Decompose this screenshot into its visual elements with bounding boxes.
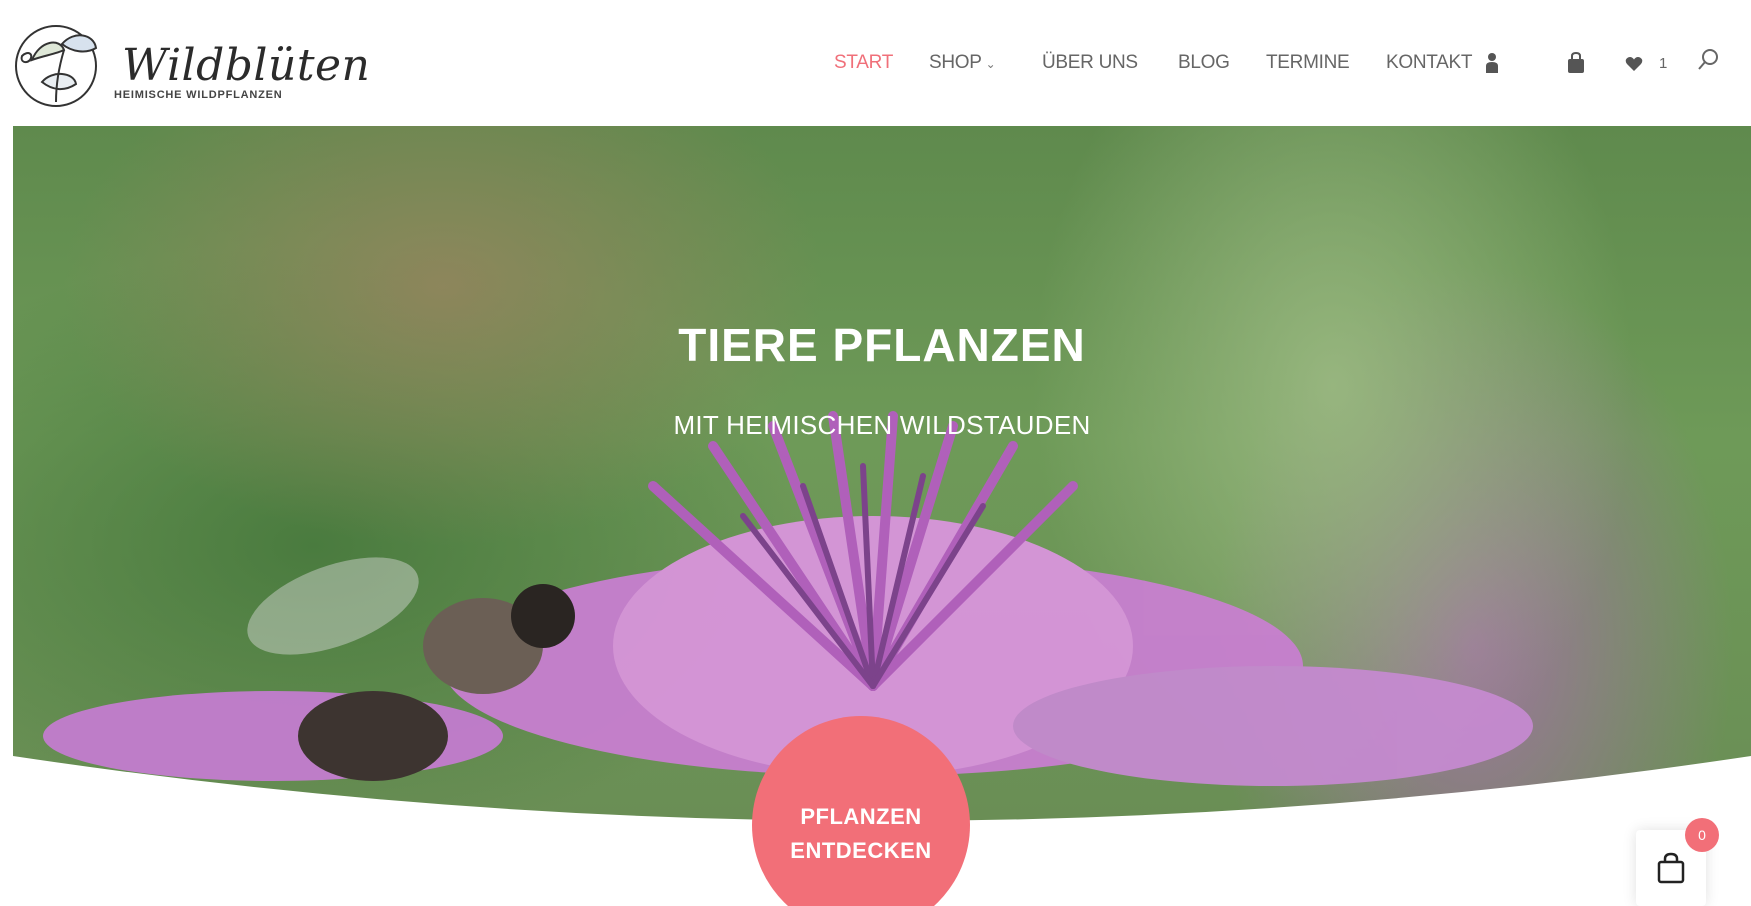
nav-item-ueber-uns[interactable]: ÜBER UNS bbox=[1042, 52, 1138, 74]
nav-item-blog[interactable]: BLOG bbox=[1178, 52, 1230, 74]
nav-item-shop[interactable]: SHOP ⌄ bbox=[929, 52, 996, 74]
cart-count-badge: 0 bbox=[1685, 818, 1719, 852]
logo-tagline: HEIMISCHE WILDPFLANZEN bbox=[114, 89, 283, 101]
heart-icon[interactable] bbox=[1625, 56, 1643, 77]
discover-plants-label: PFLANZEN ENTDECKEN bbox=[752, 800, 970, 868]
cta-line-2: ENTDECKEN bbox=[790, 838, 932, 863]
wishlist-count: 1 bbox=[1659, 55, 1668, 72]
nav-item-shop-label: SHOP bbox=[929, 52, 982, 73]
hero-subtitle: MIT HEIMISCHEN WILDSTAUDEN bbox=[673, 410, 1091, 440]
chevron-down-icon: ⌄ bbox=[985, 57, 996, 71]
cta-line-1: PFLANZEN bbox=[800, 804, 922, 829]
main-nav: START SHOP ⌄ ÜBER UNS BLOG TERMINE KONTAK… bbox=[0, 49, 1751, 79]
nav-item-kontakt[interactable]: KONTAKT bbox=[1386, 52, 1473, 74]
user-icon[interactable] bbox=[1485, 52, 1499, 79]
search-icon[interactable] bbox=[1697, 48, 1719, 77]
nav-item-termine[interactable]: TERMINE bbox=[1266, 52, 1350, 74]
bag-icon[interactable] bbox=[1567, 51, 1585, 79]
shopping-bag-icon bbox=[1657, 852, 1685, 884]
site-header: Wildblüten HEIMISCHE WILDPFLANZEN START … bbox=[0, 0, 1751, 126]
hero-title: TIERE PFLANZEN bbox=[678, 319, 1086, 371]
nav-item-start[interactable]: START bbox=[834, 52, 893, 74]
